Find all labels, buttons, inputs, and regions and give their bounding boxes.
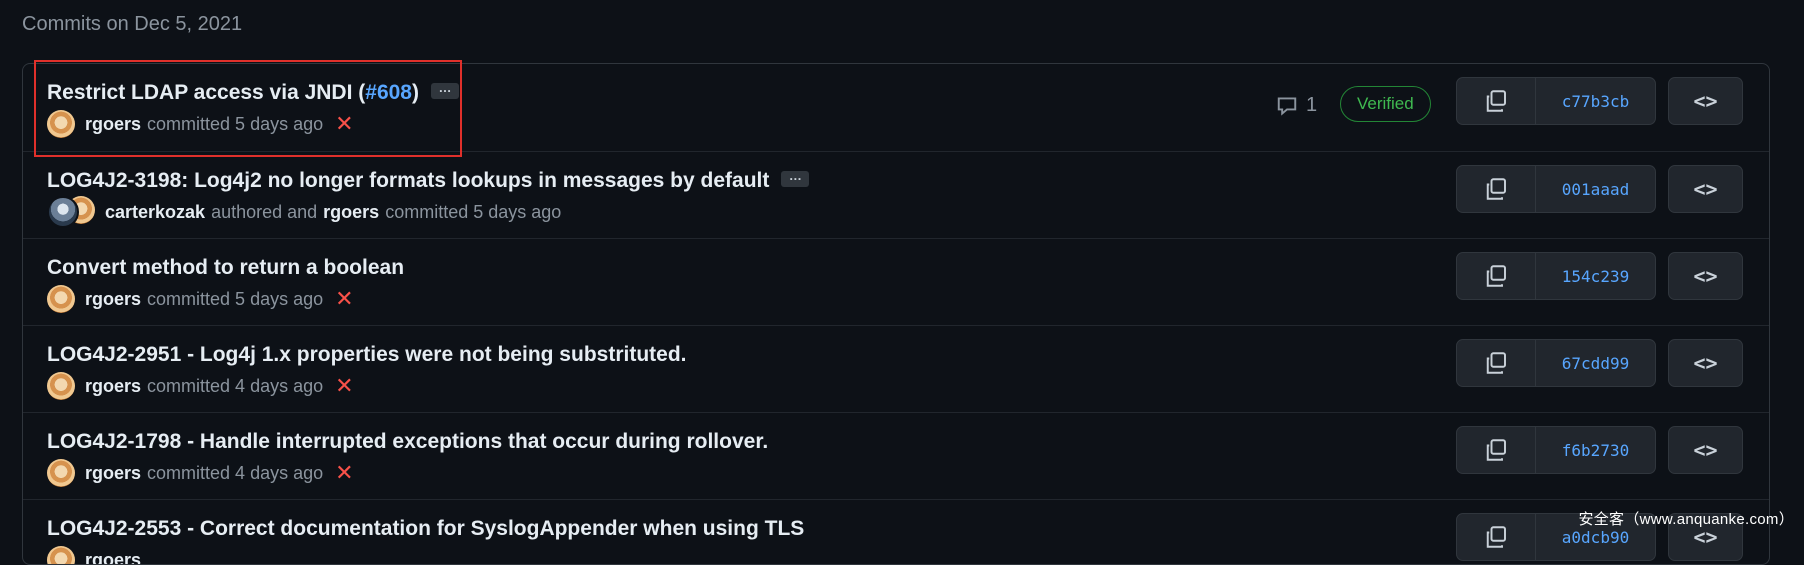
browse-files-button[interactable]: <> [1668,77,1743,125]
copy-sha-button[interactable] [1457,514,1536,560]
copy-icon [1484,177,1508,201]
commit-sha-link[interactable]: f6b2730 [1536,427,1655,473]
failed-status-icon[interactable]: ✕ [335,462,353,484]
commit-sha-link[interactable]: 154c239 [1536,253,1655,299]
copy-sha-button[interactable] [1457,253,1536,299]
copy-sha-button[interactable] [1457,340,1536,386]
commit-meta: carterkozak authored and rgoers committe… [47,197,567,227]
author-link[interactable]: rgoers [85,376,141,397]
failed-status-icon[interactable]: ✕ [335,375,353,397]
commit-time: committed 5 days ago [385,202,561,223]
copy-icon [1484,264,1508,288]
sha-button-group: c77b3cb [1456,77,1656,125]
commit-row: LOG4J2-1798 - Handle interrupted excepti… [23,413,1769,500]
commit-sha-link[interactable]: c77b3cb [1536,78,1655,124]
author-link[interactable]: rgoers [85,114,141,135]
avatar[interactable] [47,110,75,138]
sha-button-group: f6b2730 [1456,426,1656,474]
failed-status-icon[interactable]: ✕ [335,288,353,310]
commit-meta: rgoers committed 5 days ago ✕ [47,109,354,139]
commit-title: LOG4J2-3198: Log4j2 no longer formats lo… [47,168,809,194]
commit-row: Convert method to return a boolean rgoer… [23,239,1769,326]
commit-title-link[interactable]: LOG4J2-2553 - Correct documentation for … [47,517,804,540]
browse-files-button[interactable]: <> [1668,165,1743,213]
commit-title-link[interactable]: Convert method to return a boolean [47,256,404,279]
browse-files-button[interactable]: <> [1668,252,1743,300]
sha-button-group: 001aaad [1456,165,1656,213]
commit-title: LOG4J2-1798 - Handle interrupted excepti… [47,429,768,455]
comments-link[interactable]: 1 [1276,94,1317,117]
commit-title: Restrict LDAP access via JNDI (#608) … [47,80,459,106]
commit-title-link[interactable]: LOG4J2-1798 - Handle interrupted excepti… [47,430,768,453]
browse-files-button[interactable]: <> [1668,339,1743,387]
verified-badge[interactable]: Verified [1340,86,1431,122]
expand-message-button[interactable]: … [781,171,809,187]
commit-sha-link[interactable]: 67cdd99 [1536,340,1655,386]
commit-title: LOG4J2-2951 - Log4j 1.x properties were … [47,342,686,368]
commit-title-link[interactable]: LOG4J2-2951 - Log4j 1.x properties were … [47,343,686,366]
copy-icon [1484,351,1508,375]
commit-meta: rgoers committed 5 days ago ✕ [47,284,354,314]
copy-icon [1484,525,1508,549]
copy-sha-button[interactable] [1457,166,1536,212]
watermark: 安全客（www.anquanke.com） [1578,508,1794,529]
copy-icon [1484,438,1508,462]
commit-time: committed 4 days ago [147,376,323,397]
avatar[interactable] [47,372,75,400]
commit-title-suffix: ) [412,81,419,104]
commit-time: committed 5 days ago [147,114,323,135]
sha-button-group: 67cdd99 [1456,339,1656,387]
commit-title: LOG4J2-2553 - Correct documentation for … [47,516,804,542]
authored-text: authored and [211,202,317,223]
commit-title-link[interactable]: Restrict LDAP access via JNDI ( [47,81,365,104]
author-link[interactable]: rgoers [85,550,141,565]
pr-link[interactable]: #608 [365,81,412,104]
comment-count: 1 [1306,94,1317,117]
commit-row: LOG4J2-2951 - Log4j 1.x properties were … [23,326,1769,413]
coauthor-link[interactable]: carterkozak [105,202,205,223]
browse-files-button[interactable]: <> [1668,426,1743,474]
author-link[interactable]: rgoers [323,202,379,223]
author-link[interactable]: rgoers [85,289,141,310]
commit-meta: rgoers [47,545,147,565]
sha-button-group: 154c239 [1456,252,1656,300]
commit-title-link[interactable]: LOG4J2-3198: Log4j2 no longer formats lo… [47,169,769,192]
coauthor-avatar[interactable] [47,196,79,228]
commit-time: committed 5 days ago [147,289,323,310]
commit-title: Convert method to return a boolean [47,255,404,281]
expand-message-button[interactable]: … [431,83,459,99]
commit-row: LOG4J2-2553 - Correct documentation for … [23,500,1769,565]
copy-sha-button[interactable] [1457,427,1536,473]
avatar[interactable] [47,459,75,487]
commit-group-heading: Commits on Dec 5, 2021 [22,10,242,38]
commit-time: committed 4 days ago [147,463,323,484]
commit-list: Restrict LDAP access via JNDI (#608) … rg… [22,63,1770,565]
copy-sha-button[interactable] [1457,78,1536,124]
commit-meta: rgoers committed 4 days ago ✕ [47,371,354,401]
avatar[interactable] [47,285,75,313]
author-link[interactable]: rgoers [85,463,141,484]
avatar[interactable] [47,546,75,565]
failed-status-icon[interactable]: ✕ [335,113,353,135]
copy-icon [1484,89,1508,113]
commit-meta: rgoers committed 4 days ago ✕ [47,458,354,488]
avatar-stack[interactable] [47,196,95,228]
commit-row: LOG4J2-3198: Log4j2 no longer formats lo… [23,152,1769,239]
commit-row: Restrict LDAP access via JNDI (#608) … rg… [23,64,1769,152]
comment-icon [1276,95,1298,117]
commit-sha-link[interactable]: 001aaad [1536,166,1655,212]
